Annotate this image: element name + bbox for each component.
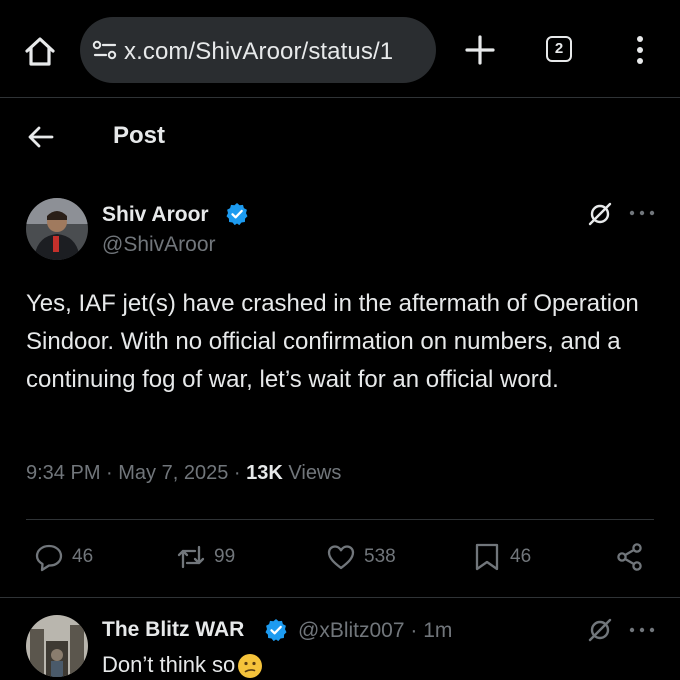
browser-toolbar: x.com/ShivAroor/status/1 2 <box>0 0 680 98</box>
grok-icon[interactable] <box>587 617 613 643</box>
avatar[interactable] <box>26 198 88 260</box>
reply-text: Don’t think so <box>102 652 236 677</box>
repost-icon <box>177 545 205 569</box>
verified-badge-icon <box>226 203 248 226</box>
reply-avatar-image <box>26 615 88 677</box>
tabs-icon[interactable]: 2 <box>546 36 572 62</box>
more-options-icon[interactable] <box>628 208 656 218</box>
meta-separator: · <box>106 462 119 484</box>
bookmark-count: 46 <box>510 546 532 567</box>
meta-separator: · <box>233 462 247 484</box>
like-button[interactable]: 538 <box>326 540 396 574</box>
avatar-image <box>26 198 88 260</box>
reply-time[interactable]: 1m <box>423 619 452 642</box>
views-label: Views <box>288 462 342 484</box>
site-info-icon[interactable] <box>92 39 118 61</box>
verified-badge-icon <box>265 619 287 642</box>
share-button[interactable] <box>615 540 645 574</box>
views-count[interactable]: 13K <box>246 462 283 484</box>
reply-count: 46 <box>72 546 94 567</box>
divider <box>26 519 654 520</box>
back-arrow-icon[interactable] <box>26 122 56 152</box>
grok-icon[interactable] <box>587 201 613 227</box>
reply-button[interactable]: 46 <box>34 540 93 574</box>
reply-author-name[interactable]: The Blitz WAR <box>102 618 244 642</box>
post-text: Yes, IAF jet(s) have crashed in the afte… <box>26 290 639 393</box>
address-bar[interactable]: x.com/ShivAroor/status/1 <box>80 17 436 83</box>
repost-count: 99 <box>214 546 236 567</box>
reply-icon <box>35 544 63 572</box>
meta-separator: · <box>410 619 424 642</box>
reply-meta: @xBlitz007 · 1m <box>298 619 452 643</box>
reply-text-row: Don’t think so <box>102 652 263 679</box>
post-metadata: 9:34 PM · May 7, 2025 · 13K Views <box>26 462 341 485</box>
repost-button[interactable]: 99 <box>176 540 235 574</box>
reply-avatar[interactable] <box>26 615 88 677</box>
bookmark-icon <box>475 543 499 571</box>
share-icon <box>617 543 642 571</box>
author-name[interactable]: Shiv Aroor <box>102 203 209 227</box>
confused-face-emoji-icon <box>238 654 263 679</box>
home-icon[interactable] <box>22 33 58 69</box>
more-options-icon[interactable] <box>628 625 656 635</box>
page-title: Post <box>113 122 166 149</box>
like-count: 538 <box>364 546 396 567</box>
plus-icon[interactable] <box>462 32 498 68</box>
url-text[interactable]: x.com/ShivAroor/status/1 <box>124 38 393 66</box>
heart-icon <box>327 545 355 570</box>
author-handle[interactable]: @ShivAroor <box>102 233 216 257</box>
post-time[interactable]: 9:34 PM <box>26 462 100 484</box>
post-header: Post <box>0 98 680 176</box>
bookmark-button[interactable]: 46 <box>472 540 531 574</box>
overflow-menu-icon[interactable] <box>630 34 650 66</box>
post-date[interactable]: May 7, 2025 <box>118 462 228 484</box>
divider <box>0 597 680 598</box>
reply-handle[interactable]: @xBlitz007 <box>298 619 405 642</box>
